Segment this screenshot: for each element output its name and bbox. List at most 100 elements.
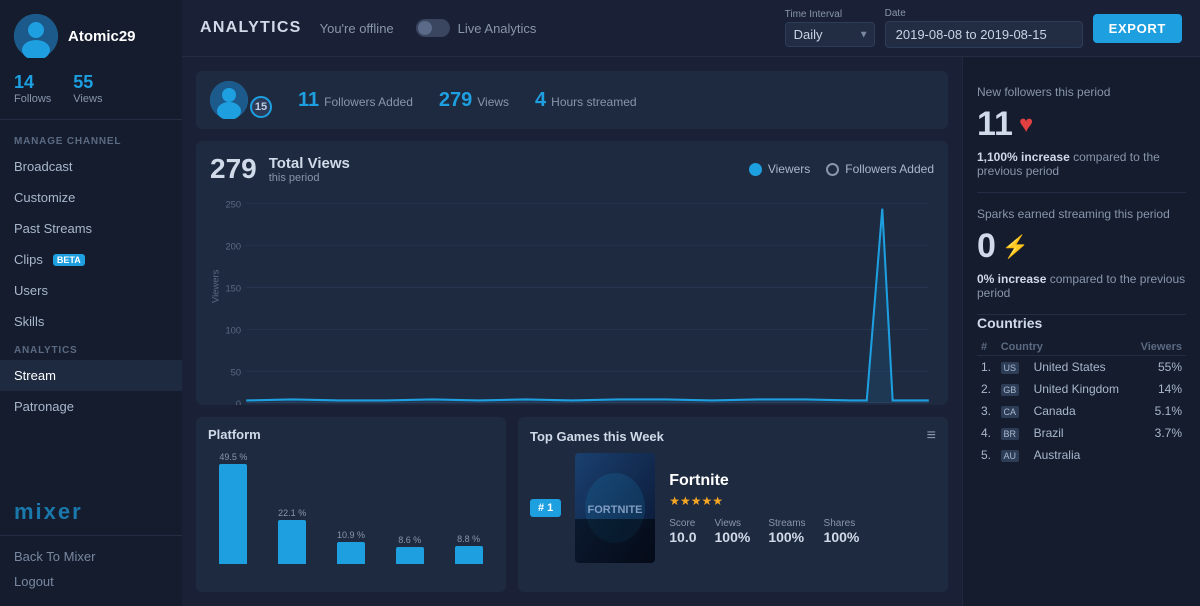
hours-num: 4 (535, 89, 546, 112)
row-viewers: 14% (1132, 378, 1186, 400)
stream-info-row: 15 11 Followers Added 279 Views 4 Hours … (196, 71, 948, 129)
bottom-panels: Platform 49.5 % 22.1 % 10.9 % (196, 417, 948, 592)
row-num: 4. (977, 422, 997, 444)
back-to-mixer-link[interactable]: Back To Mixer (14, 544, 168, 569)
sidebar-item-stream[interactable]: Stream (0, 360, 182, 391)
bar-group-1: 49.5 % (208, 452, 259, 564)
sparks-stat-title: Sparks earned streaming this period (977, 207, 1186, 221)
time-interval-group: Time Interval Daily Weekly Monthly ▼ (785, 9, 875, 47)
hours-label: Hours streamed (551, 95, 636, 109)
sidebar-item-skills[interactable]: Skills (0, 306, 182, 337)
time-interval-select[interactable]: Daily Weekly Monthly (785, 22, 875, 47)
date-label: Date (885, 8, 1083, 19)
right-panel: New followers this period 11 ♥ 1,100% in… (962, 57, 1200, 606)
game-streams: Streams 100% (768, 518, 805, 545)
row-flag: AU (997, 444, 1030, 466)
followers-stat-value: 11 ♥ (977, 105, 1186, 144)
date-range-input[interactable] (885, 21, 1083, 48)
analytics-label: ANALYTICS (0, 337, 182, 360)
row-flag: CA (997, 400, 1030, 422)
row-num: 2. (977, 378, 997, 400)
bar-pct-3: 10.9 % (337, 530, 365, 540)
followers-increase-pct: 1,100% increase (977, 150, 1070, 164)
sidebar-item-past-streams[interactable]: Past Streams (0, 213, 182, 244)
bar-fill-5 (455, 546, 483, 564)
col-country: Country (997, 339, 1132, 356)
table-row: 4. BR Brazil 3.7% (977, 422, 1186, 444)
toggle-pill[interactable] (416, 19, 450, 37)
svg-text:100: 100 (226, 325, 242, 335)
bar-group-3: 10.9 % (326, 530, 377, 564)
stream-views-stat: 279 Views (439, 89, 509, 112)
bar-pct-2: 22.1 % (278, 508, 306, 518)
followers-stat-title: New followers this period (977, 85, 1186, 99)
streams-label: Streams (768, 518, 805, 529)
row-viewers: 5.1% (1132, 400, 1186, 422)
controls-right: Time Interval Daily Weekly Monthly ▼ Dat… (785, 8, 1182, 48)
platform-chart: 49.5 % 22.1 % 10.9 % 8.6 % (208, 448, 494, 568)
row-country: Brazil (1030, 422, 1132, 444)
sparks-change: 0% increase compared to the previous per… (977, 272, 1186, 300)
game-thumb-overlay (575, 519, 655, 563)
shares-label: Shares (824, 518, 860, 529)
row-country: Canada (1030, 400, 1132, 422)
viewers-dot (749, 163, 762, 176)
profile-section: Atomic29 (0, 0, 182, 72)
followers-added-label: Followers Added (324, 95, 413, 109)
follows-label: Follows (14, 93, 51, 105)
bar-group-5: 8.8 % (443, 534, 494, 564)
live-toggle[interactable]: Live Analytics (416, 19, 537, 37)
followers-dot (826, 163, 839, 176)
manage-channel-label: MANAGE CHANNEL (0, 128, 182, 151)
followers-legend-label: Followers Added (845, 162, 934, 176)
sidebar-item-users[interactable]: Users (0, 275, 182, 306)
chart-subtitle: this period (269, 172, 350, 184)
beta-badge: BETA (53, 254, 85, 266)
sort-icon[interactable]: ≡ (927, 427, 936, 445)
bar-group-2: 22.1 % (267, 508, 318, 564)
sidebar-item-patronage[interactable]: Patronage (0, 391, 182, 422)
chart-legend: Viewers Followers Added (749, 162, 934, 176)
bar-pct-5: 8.8 % (457, 534, 480, 544)
svg-text:0: 0 (236, 399, 241, 405)
countries-title: Countries (977, 315, 1186, 331)
row-country: United Kingdom (1030, 378, 1132, 400)
stream-views-num: 279 (439, 89, 472, 112)
game-shares: Shares 100% (824, 518, 860, 545)
legend-viewers[interactable]: Viewers (749, 162, 810, 176)
logout-link[interactable]: Logout (14, 569, 168, 594)
row-flag: BR (997, 422, 1030, 444)
sparks-increase-pct: 0% increase (977, 272, 1046, 286)
stream-avatar (210, 81, 248, 119)
countries-panel: Countries # Country Viewers 1. US United… (977, 315, 1186, 592)
stats-row: 14 Follows 55 Views (0, 72, 182, 119)
heart-icon: ♥ (1019, 111, 1033, 139)
row-viewers (1132, 444, 1186, 466)
viewers-legend-label: Viewers (768, 162, 810, 176)
main-content: ANALYTICS You're offline Live Analytics … (182, 0, 1200, 606)
table-row: 2. GB United Kingdom 14% (977, 378, 1186, 400)
svg-text:150: 150 (226, 283, 242, 293)
main-chart-svg: 250 200 150 100 50 0 Viewers 12:00 (210, 193, 934, 405)
follows-count: 14 (14, 72, 51, 93)
countries-tbody: 1. US United States 55% 2. GB United Kin… (977, 356, 1186, 467)
level-badge: 15 (250, 96, 272, 118)
chart-title: Total Views (269, 155, 350, 172)
game-views: Views 100% (715, 518, 751, 545)
export-button[interactable]: EXPORT (1093, 14, 1182, 43)
bar-pct-1: 49.5 % (219, 452, 247, 462)
row-num: 5. (977, 444, 997, 466)
svg-text:200: 200 (226, 242, 242, 252)
sidebar-item-customize[interactable]: Customize (0, 182, 182, 213)
sidebar-item-broadcast[interactable]: Broadcast (0, 151, 182, 182)
countries-table: # Country Viewers 1. US United States 55… (977, 339, 1186, 466)
svg-text:Viewers: Viewers (210, 269, 220, 303)
followers-added-num: 11 (298, 89, 319, 112)
sidebar-item-clips[interactable]: Clips BETA (0, 244, 182, 275)
chart-svg-wrapper: 250 200 150 100 50 0 Viewers 12:00 (210, 193, 934, 405)
rank-num: 1 (547, 502, 553, 514)
toggle-knob (418, 21, 432, 35)
row-viewers: 3.7% (1132, 422, 1186, 444)
legend-followers[interactable]: Followers Added (826, 162, 934, 176)
followers-change: 1,100% increase compared to the previous… (977, 150, 1186, 178)
